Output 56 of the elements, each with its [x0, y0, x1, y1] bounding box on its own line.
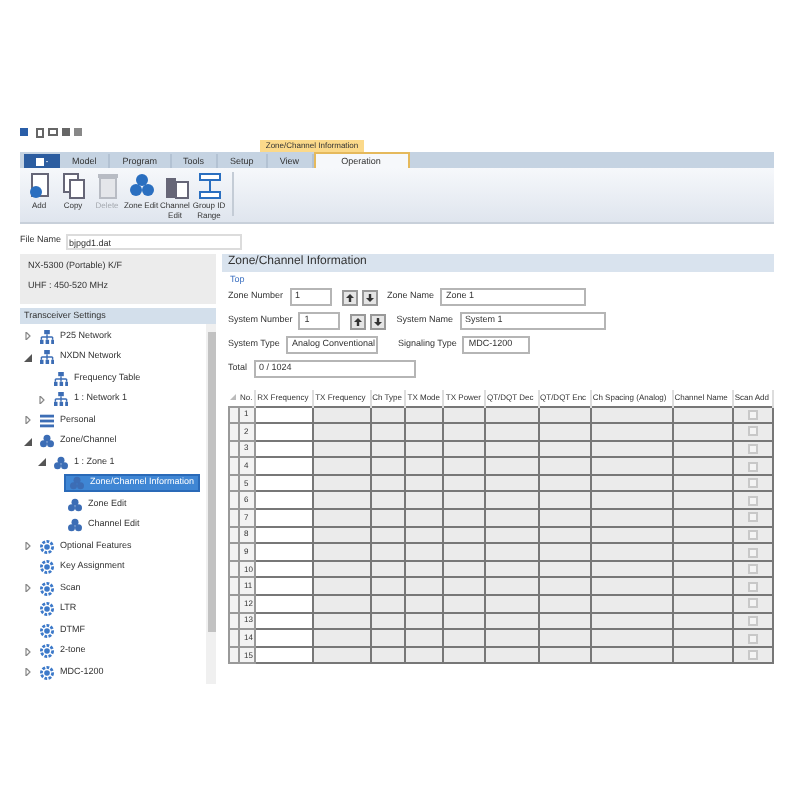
checkbox[interactable] — [747, 461, 758, 472]
table-cell[interactable] — [370, 406, 406, 424]
checkbox[interactable] — [747, 495, 758, 506]
checkbox[interactable] — [747, 443, 758, 454]
select-all-corner[interactable] — [229, 390, 239, 406]
expanded-arrow-icon[interactable] — [24, 437, 32, 446]
copy-icon — [59, 172, 87, 200]
collapsed-arrow-icon[interactable] — [24, 416, 32, 425]
table-cell[interactable] — [484, 406, 539, 424]
list-icon — [40, 413, 54, 428]
group-icon — [127, 172, 155, 200]
collapsed-arrow-icon[interactable] — [24, 332, 32, 341]
checkbox[interactable] — [747, 529, 758, 540]
collapsed-arrow-icon[interactable] — [24, 542, 32, 551]
app-icon — [20, 128, 28, 136]
network-icon — [40, 350, 54, 365]
checkbox[interactable] — [747, 547, 758, 558]
table-cell[interactable] — [443, 406, 485, 424]
table-cell[interactable] — [313, 406, 371, 424]
checkbox[interactable] — [747, 633, 758, 644]
table-cell[interactable] — [255, 406, 314, 424]
network-icon — [54, 371, 68, 386]
scrollbar[interactable] — [206, 324, 216, 684]
trash-icon — [93, 172, 121, 200]
document-plus-icon — [25, 172, 53, 200]
network-icon — [54, 392, 68, 407]
table-cell[interactable] — [672, 406, 733, 424]
collapsed-arrow-icon[interactable] — [24, 668, 32, 677]
expanded-arrow-icon[interactable] — [38, 458, 46, 467]
table-cell[interactable] — [590, 406, 673, 424]
table-cell[interactable] — [405, 406, 444, 424]
up-arrow-button[interactable] — [350, 313, 367, 329]
checkbox[interactable] — [747, 615, 758, 626]
network-icon — [40, 329, 54, 344]
open-icon[interactable] — [48, 128, 58, 136]
checkbox[interactable] — [747, 426, 758, 437]
menu-button[interactable] — [24, 154, 60, 168]
checkbox[interactable] — [747, 581, 758, 592]
checkbox[interactable] — [747, 598, 758, 609]
down-arrow-button[interactable] — [370, 313, 387, 329]
collapsed-arrow-icon[interactable] — [38, 395, 46, 404]
down-arrow-button[interactable] — [361, 289, 378, 305]
expanded-arrow-icon[interactable] — [24, 353, 32, 362]
range-icon — [195, 172, 223, 200]
radio-icon — [161, 172, 189, 200]
checkbox[interactable] — [747, 478, 758, 489]
new-icon[interactable] — [36, 127, 44, 137]
table-cell[interactable] — [538, 406, 591, 424]
checkbox[interactable] — [747, 650, 758, 661]
checkbox[interactable] — [747, 512, 758, 523]
menu-icon — [36, 157, 48, 165]
collapsed-arrow-icon[interactable] — [24, 647, 32, 656]
checkbox[interactable] — [747, 409, 758, 420]
collapsed-arrow-icon[interactable] — [24, 584, 32, 593]
up-arrow-button[interactable] — [341, 289, 358, 305]
checkbox[interactable] — [747, 564, 758, 575]
